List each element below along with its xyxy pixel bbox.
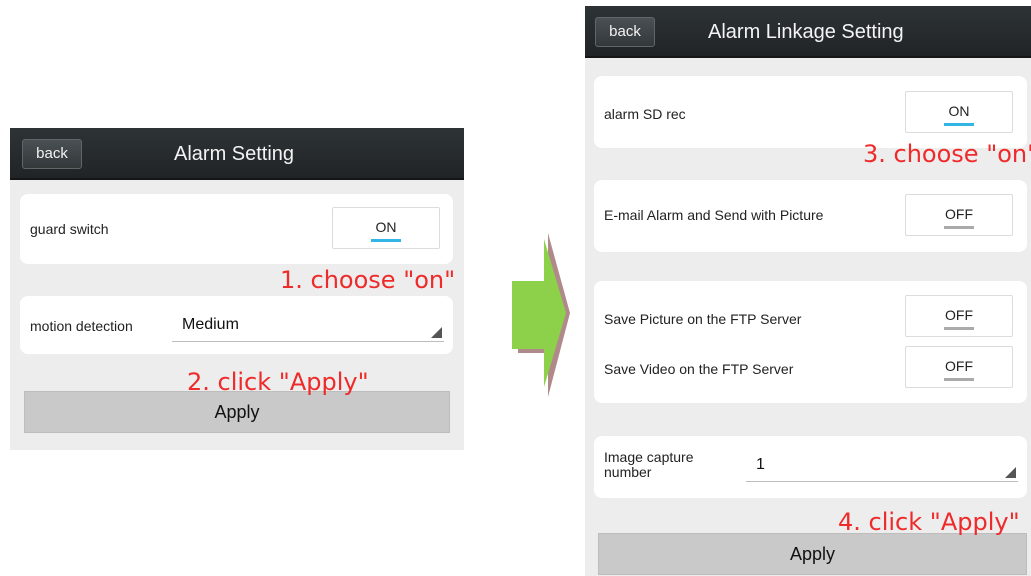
toggle-state: ON — [948, 103, 970, 119]
title-bar: back Alarm Setting — [10, 128, 464, 180]
image-capture-select[interactable]: 1 — [746, 450, 1018, 482]
annotation-step-4: 4. click "Apply" — [838, 508, 1020, 536]
motion-detection-value: Medium — [182, 316, 239, 333]
motion-detection-select[interactable]: Medium — [172, 310, 444, 342]
toggle-indicator — [944, 226, 974, 229]
toggle-state: OFF — [945, 358, 973, 374]
annotation-step-2: 2. click "Apply" — [187, 368, 369, 396]
apply-button[interactable]: Apply — [598, 533, 1027, 575]
page-title: Alarm Setting — [174, 143, 295, 165]
image-capture-label-line2: number — [604, 464, 652, 480]
toggle-indicator — [371, 239, 401, 242]
guard-switch-label: guard switch — [30, 221, 109, 237]
email-alarm-label: E-mail Alarm and Send with Picture — [604, 207, 824, 223]
motion-detection-card: motion detection Medium — [20, 296, 453, 354]
alarm-sd-rec-label: alarm SD rec — [604, 106, 686, 122]
guard-switch-toggle[interactable]: ON — [332, 207, 440, 249]
motion-detection-label: motion detection — [30, 318, 133, 334]
annotation-step-3: 3. choose "on" — [863, 140, 1031, 168]
guard-switch-card: guard switch ON — [20, 194, 453, 264]
save-picture-ftp-toggle[interactable]: OFF — [905, 295, 1013, 337]
dropdown-caret-icon — [431, 327, 442, 338]
toggle-indicator — [944, 123, 974, 126]
image-capture-label-line1: Image capture — [604, 449, 694, 465]
alarm-sd-rec-card: alarm SD rec ON — [594, 76, 1027, 148]
page-title: Alarm Linkage Setting — [708, 21, 904, 43]
save-video-ftp-toggle[interactable]: OFF — [905, 346, 1013, 388]
image-capture-card: Image capture number 1 — [594, 436, 1027, 498]
right-arrow-icon — [512, 233, 570, 397]
save-video-ftp-label: Save Video on the FTP Server — [604, 361, 794, 377]
toggle-indicator — [944, 378, 974, 381]
annotation-step-1: 1. choose "on" — [280, 266, 456, 294]
toggle-state: OFF — [945, 206, 973, 222]
email-alarm-toggle[interactable]: OFF — [905, 194, 1013, 236]
image-capture-value: 1 — [756, 456, 765, 473]
toggle-state: ON — [375, 219, 397, 235]
image-capture-label: Image capture number — [604, 450, 694, 480]
alarm-sd-rec-toggle[interactable]: ON — [905, 91, 1013, 133]
ftp-server-card: Save Picture on the FTP Server OFF Save … — [594, 281, 1027, 403]
toggle-indicator — [944, 327, 974, 330]
title-bar: back Alarm Linkage Setting — [585, 6, 1031, 58]
save-picture-ftp-label: Save Picture on the FTP Server — [604, 311, 802, 327]
back-button[interactable]: back — [22, 139, 82, 169]
apply-button[interactable]: Apply — [24, 391, 450, 433]
email-alarm-card: E-mail Alarm and Send with Picture OFF — [594, 180, 1027, 252]
alarm-linkage-setting-screen: back Alarm Linkage Setting alarm SD rec … — [585, 6, 1031, 576]
dropdown-caret-icon — [1005, 467, 1016, 478]
back-button[interactable]: back — [595, 17, 655, 47]
toggle-state: OFF — [945, 307, 973, 323]
